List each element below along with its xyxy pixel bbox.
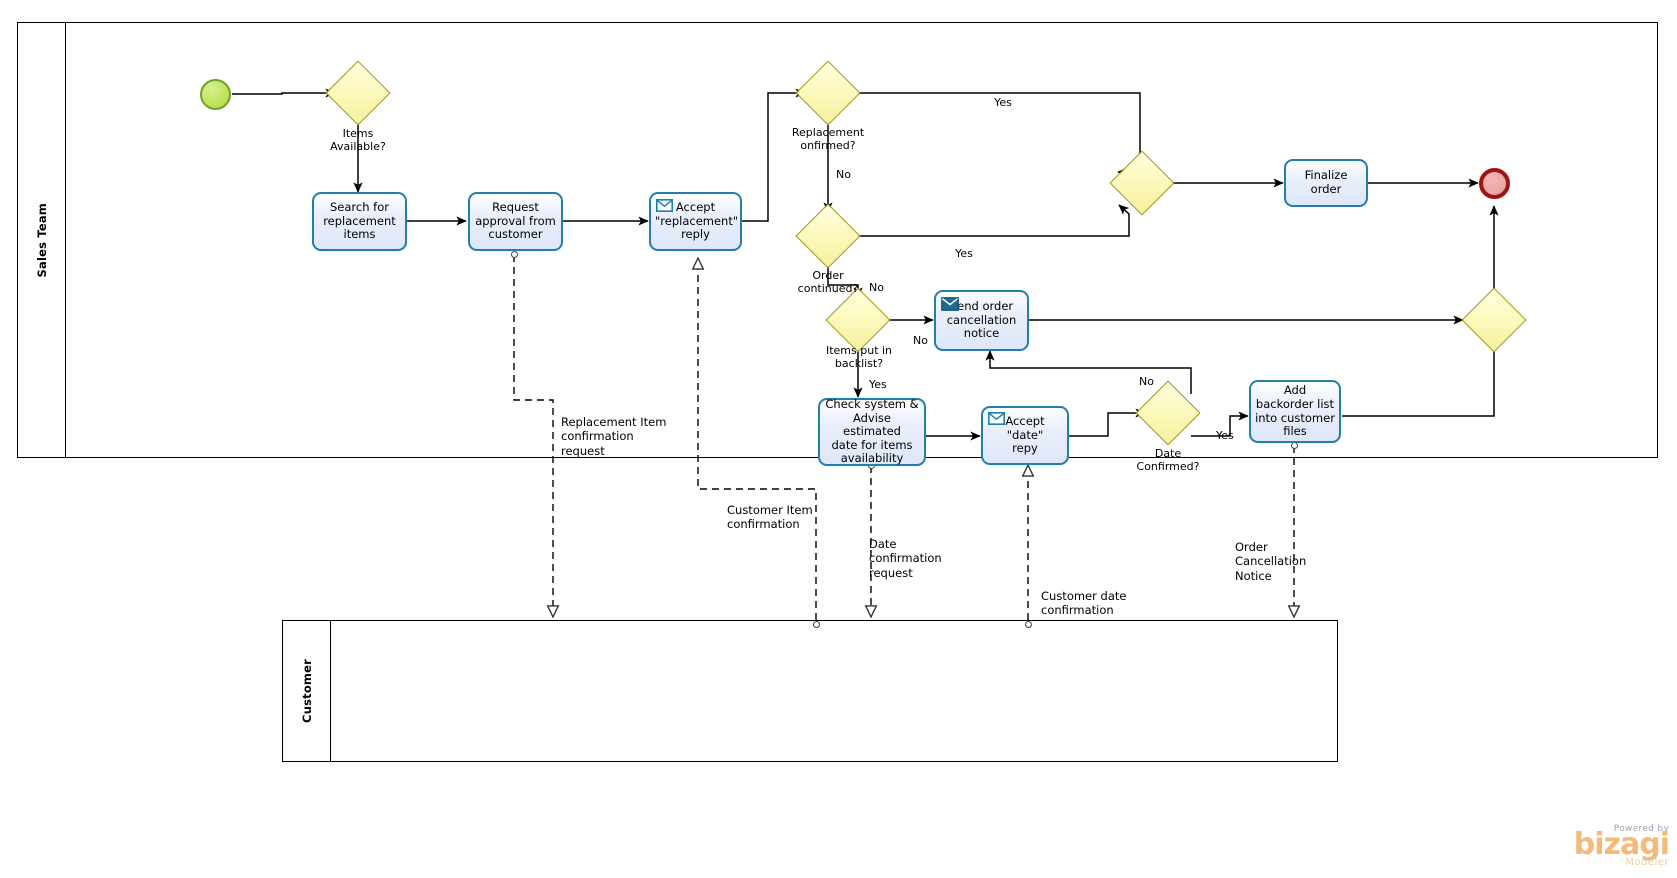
task-request-approval-from-customer[interactable]: Request approval from customer (468, 192, 563, 251)
task-finalize-order[interactable]: Finalize order (1284, 159, 1368, 207)
gateway-replacement-confirmed-label: Replacement onfirmed? (791, 126, 865, 153)
envelope-filled-icon-svg (941, 297, 959, 311)
flow-label-replacement-yes: Yes (994, 96, 1012, 109)
envelope-icon (656, 199, 673, 216)
task-add-backorder-list-into-customer-files[interactable]: Add backorder list into customer files (1249, 380, 1341, 443)
flow-label-backlist-yes: Yes (869, 378, 887, 391)
message-flow-origin-marker (813, 621, 820, 628)
task-check-system-advise-estimated-date[interactable]: Check system & Advise estimated date for… (818, 397, 926, 466)
flow-label-order-continued-yes: Yes (955, 247, 973, 260)
task-request-approval-from-customer-label: Request approval from customer (475, 200, 556, 242)
pool-customer-header: Customer (283, 621, 331, 761)
flow-label-replacement-no: No (836, 168, 851, 181)
envelope-icon-svg (656, 199, 673, 212)
pool-customer-label: Customer (299, 659, 314, 723)
task-search-for-replacement-items-label: Search for replacement items (323, 200, 396, 242)
message-flow-label-date-confirmation-request: Date confirmation request (869, 537, 942, 580)
gateway-items-available-label: Items Available? (330, 127, 386, 154)
message-flow-label-replacement-item-confirmation-request: Replacement Item confirmation request (561, 415, 667, 458)
flow-label-backlist-no: No (913, 334, 928, 347)
message-flow-label-customer-item-confirmation: Customer Item confirmation (727, 503, 813, 532)
bizagi-watermark: Powered by bizagi Modeler (1573, 824, 1670, 868)
gateway-order-continued-label: Order continued? (797, 269, 859, 296)
envelope-filled-icon (941, 297, 959, 315)
message-flow-label-customer-date-confirmation: Customer date confirmation (1041, 589, 1127, 618)
task-check-system-advise-estimated-date-label: Check system & Advise estimated date for… (825, 397, 919, 466)
flow-label-order-continued-no: No (869, 281, 884, 294)
flow-label-date-confirmed-yes: Yes (1216, 429, 1234, 442)
end-event[interactable] (1479, 168, 1510, 199)
envelope-icon-svg (988, 412, 1005, 425)
task-finalize-order-label: Finalize order (1304, 168, 1348, 196)
bpmn-diagram-canvas: Sales Team Customer Items Available? Rep… (0, 0, 1677, 878)
pool-sales-team-header: Sales Team (18, 23, 66, 457)
message-flow-label-order-cancellation-notice: Order Cancellation Notice (1235, 540, 1307, 583)
task-add-backorder-list-into-customer-files-label: Add backorder list into customer files (1255, 383, 1335, 439)
gateway-items-put-in-backlist-label: Items put in backlist? (825, 344, 893, 371)
pool-sales-team-label: Sales Team (34, 202, 49, 278)
message-flow-origin-marker (511, 251, 518, 258)
pool-customer[interactable]: Customer (282, 620, 1338, 762)
message-flow-origin-marker (1025, 621, 1032, 628)
task-send-order-cancellation-notice[interactable]: Send order cancellation notice (934, 290, 1029, 351)
task-search-for-replacement-items[interactable]: Search for replacement items (312, 192, 407, 251)
gateway-date-confirmed-label: Date Confirmed? (1136, 447, 1200, 474)
flow-label-date-confirmed-no: No (1139, 375, 1154, 388)
task-accept-date-reply[interactable]: Accept "date" repy (981, 406, 1069, 465)
task-accept-replacement-reply[interactable]: Accept "replacement" reply (649, 192, 742, 251)
bizagi-logo-text: bizagi (1573, 827, 1670, 862)
start-event[interactable] (200, 79, 231, 110)
envelope-icon (988, 412, 1005, 429)
message-flow-origin-marker (1291, 442, 1298, 449)
